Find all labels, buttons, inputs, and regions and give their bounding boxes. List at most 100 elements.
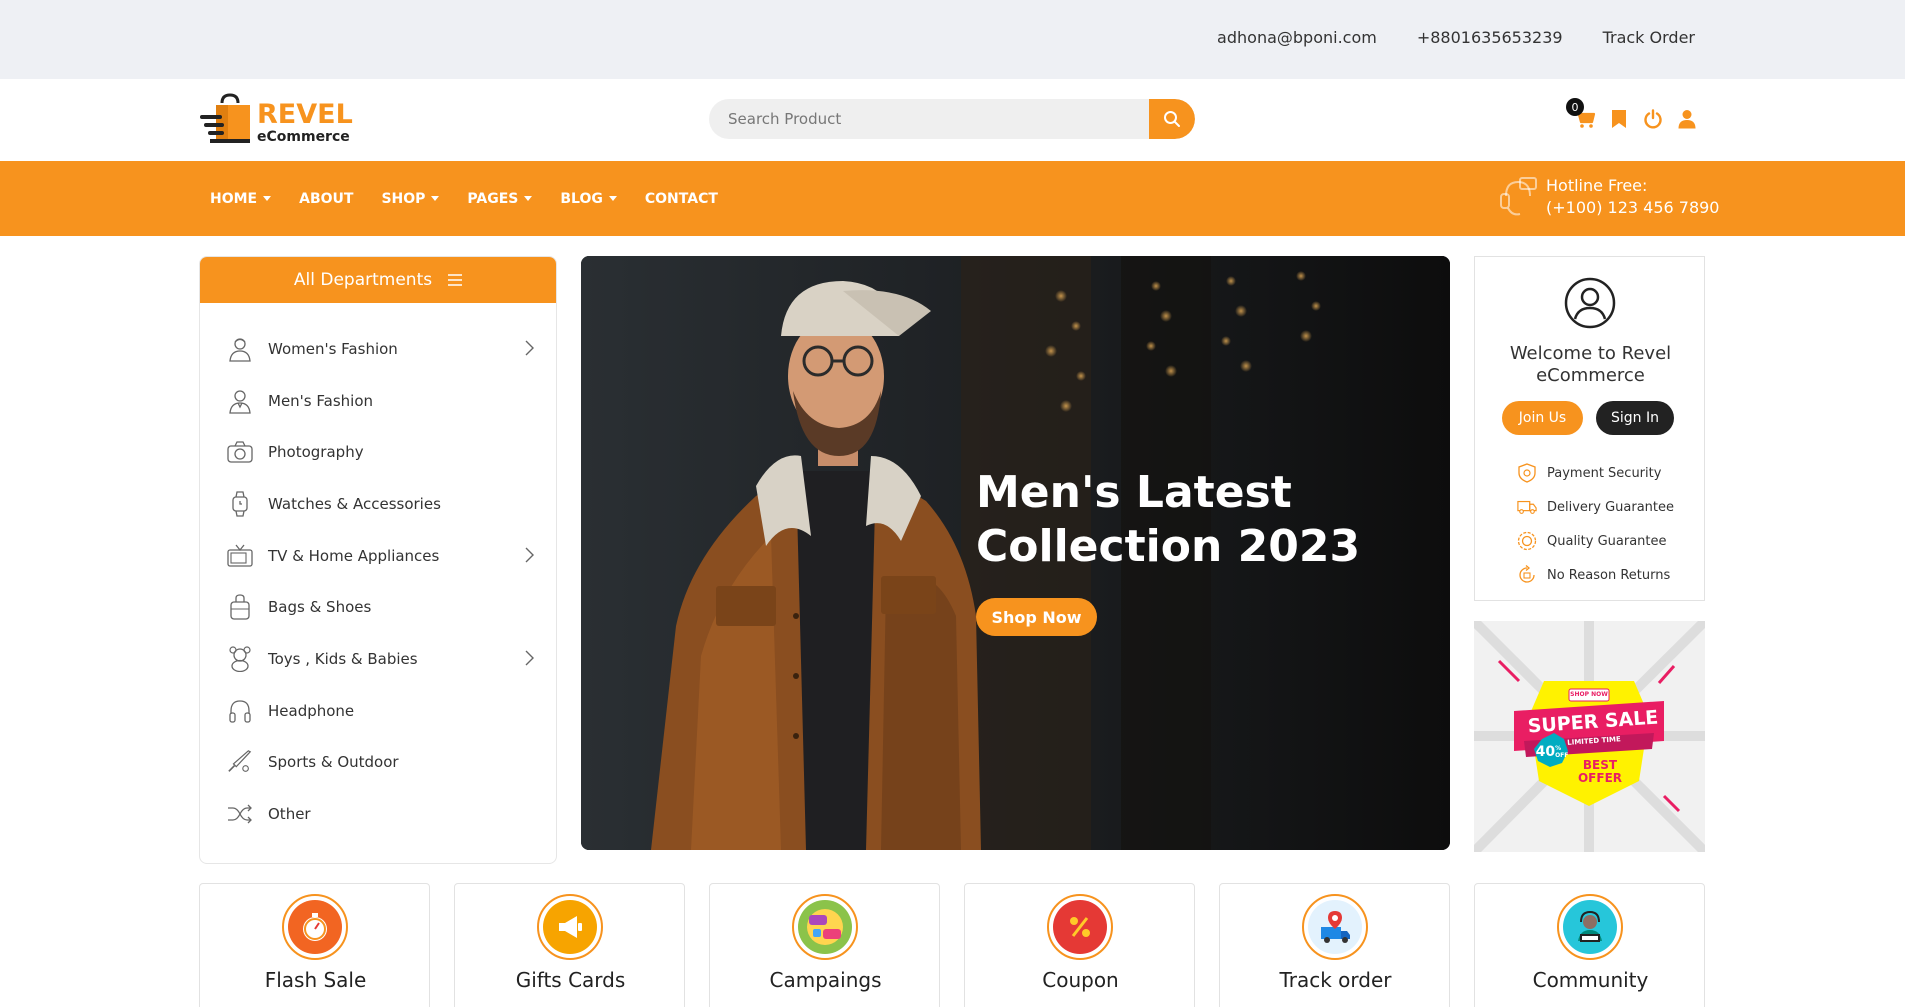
wishlist-button[interactable] [1608, 108, 1630, 130]
category-shortcuts: Flash Sale Gifts Cards Campaings Coupon … [199, 883, 1705, 1007]
feature-label: Delivery Guarantee [1547, 499, 1675, 515]
return-icon [1517, 565, 1537, 585]
contact-email[interactable]: adhona@bponi.com [1217, 28, 1377, 47]
sale-percent-sign: % [1555, 745, 1562, 752]
departments-header[interactable]: All Departments [200, 257, 556, 303]
department-label: Headphone [268, 701, 355, 720]
nav-home[interactable]: HOME [210, 191, 272, 207]
department-watches[interactable]: Watches & Accessories [200, 478, 556, 530]
welcome-title-line2: eCommerce [1536, 365, 1645, 386]
category-icon-ring [1047, 894, 1113, 960]
hotline-text: Hotline Free: (+100) 123 456 7890 [1546, 175, 1719, 219]
welcome-panel: Welcome to Revel eCommerce Join Us Sign … [1474, 256, 1705, 601]
cart-button[interactable]: 0 [1566, 98, 1596, 130]
sign-in-button[interactable]: Sign In [1596, 401, 1674, 435]
chevron-right-icon [525, 650, 534, 666]
top-bar: adhona@bponi.com +8801635653239 Track Or… [0, 0, 1905, 79]
department-sports[interactable]: Sports & Outdoor [200, 737, 556, 789]
shopping-bag-logo-icon [200, 93, 250, 143]
category-label: Gifts Cards [515, 968, 626, 992]
sale-off: OFF [1555, 752, 1569, 759]
feature-payment-security: Payment Security [1517, 456, 1674, 490]
badge-icon [1517, 531, 1537, 551]
shuffle-icon [227, 801, 253, 827]
hotline[interactable]: Hotline Free: (+100) 123 456 7890 [1498, 175, 1719, 219]
hero-title-line1: Men's Latest [976, 467, 1292, 518]
category-icon-ring [282, 894, 348, 960]
category-label: Coupon [1042, 968, 1119, 992]
nav-contact-label: CONTACT [644, 190, 718, 207]
department-label: Watches & Accessories [268, 494, 441, 513]
nav-blog-label: BLOG [560, 190, 603, 207]
department-label: Toys , Kids & Babies [268, 649, 418, 668]
department-other[interactable]: Other [200, 788, 556, 840]
hotline-number: (+100) 123 456 7890 [1546, 198, 1720, 217]
feature-label: Quality Guarantee [1547, 533, 1667, 549]
user-icon [1678, 110, 1696, 129]
logout-button[interactable] [1642, 108, 1664, 130]
department-label: Other [268, 805, 311, 824]
bag-icon [227, 594, 253, 620]
department-photography[interactable]: Photography [200, 426, 556, 478]
department-toys-kids[interactable]: Toys , Kids & Babies [200, 633, 556, 685]
category-icon-ring [792, 894, 858, 960]
category-community[interactable]: Community [1474, 883, 1705, 1007]
department-tv-appliances[interactable]: TV & Home Appliances [200, 530, 556, 582]
category-track-order[interactable]: Track order [1219, 883, 1450, 1007]
nav-pages[interactable]: PAGES [467, 191, 533, 207]
chevron-right-icon [525, 547, 534, 563]
hero-title: Men's Latest Collection 2023 [976, 466, 1396, 574]
department-label: Women's Fashion [268, 339, 398, 358]
truck-icon [1517, 497, 1537, 517]
percent-icon [1053, 900, 1107, 954]
feature-delivery-guarantee: Delivery Guarantee [1517, 490, 1674, 524]
department-label: Sports & Outdoor [268, 753, 399, 772]
welcome-title-line1: Welcome to Revel [1509, 343, 1672, 364]
hero-banner: Men's Latest Collection 2023 Shop Now [581, 256, 1450, 850]
bookmark-icon [1612, 110, 1626, 128]
logo[interactable]: REVEL eCommerce [200, 93, 353, 147]
top-links: adhona@bponi.com +8801635653239 Track Or… [1217, 28, 1695, 47]
nav-about-label: ABOUT [299, 190, 354, 207]
contact-phone[interactable]: +8801635653239 [1417, 28, 1563, 47]
nav-about[interactable]: ABOUT [299, 191, 353, 207]
category-icon-ring [1302, 894, 1368, 960]
search-icon [1164, 111, 1180, 127]
category-campaings[interactable]: Campaings [709, 883, 940, 1007]
cart-count-badge: 0 [1566, 98, 1584, 116]
category-icon-ring [537, 894, 603, 960]
department-label: TV & Home Appliances [268, 546, 440, 565]
category-gifts-cards[interactable]: Gifts Cards [454, 883, 685, 1007]
department-mens-fashion[interactable]: Men's Fashion [200, 375, 556, 427]
super-sale-banner[interactable]: SHOP NOW SUPER SALE LIMITED TIME 40 % OFF… [1474, 621, 1705, 852]
search-input[interactable] [709, 99, 1149, 139]
departments-panel: All Departments Women's Fashion Men's Fa… [199, 256, 557, 864]
join-us-button[interactable]: Join Us [1502, 401, 1583, 435]
nav-shop-label: SHOP [381, 190, 426, 207]
support-phone-icon [1500, 177, 1537, 216]
search-button[interactable] [1149, 99, 1195, 139]
nav-blog[interactable]: BLOG [560, 191, 617, 207]
track-order-link[interactable]: Track Order [1603, 28, 1695, 47]
sale-discount: 40 % OFF [1535, 739, 1569, 765]
delivery-icon [1308, 900, 1362, 954]
chevron-right-icon [525, 340, 534, 356]
department-bags-shoes[interactable]: Bags & Shoes [200, 581, 556, 633]
header: REVEL eCommerce 0 [0, 79, 1905, 161]
category-coupon[interactable]: Coupon [964, 883, 1195, 1007]
account-button[interactable] [1676, 108, 1698, 130]
campaign-icon [798, 900, 852, 954]
watch-icon [227, 491, 253, 517]
shop-now-button[interactable]: Shop Now [976, 598, 1097, 636]
nav-shop[interactable]: SHOP [381, 190, 440, 207]
department-headphone[interactable]: Headphone [200, 685, 556, 737]
nav-contact[interactable]: CONTACT [645, 191, 718, 207]
department-womens-fashion[interactable]: Women's Fashion [200, 323, 556, 375]
category-label: Campaings [769, 968, 882, 992]
departments-title: All Departments [293, 270, 433, 290]
category-flash-sale[interactable]: Flash Sale [199, 883, 430, 1007]
caret-down-icon [431, 196, 440, 201]
tv-icon [227, 543, 253, 569]
power-icon [1644, 109, 1662, 129]
man-icon [227, 388, 253, 414]
